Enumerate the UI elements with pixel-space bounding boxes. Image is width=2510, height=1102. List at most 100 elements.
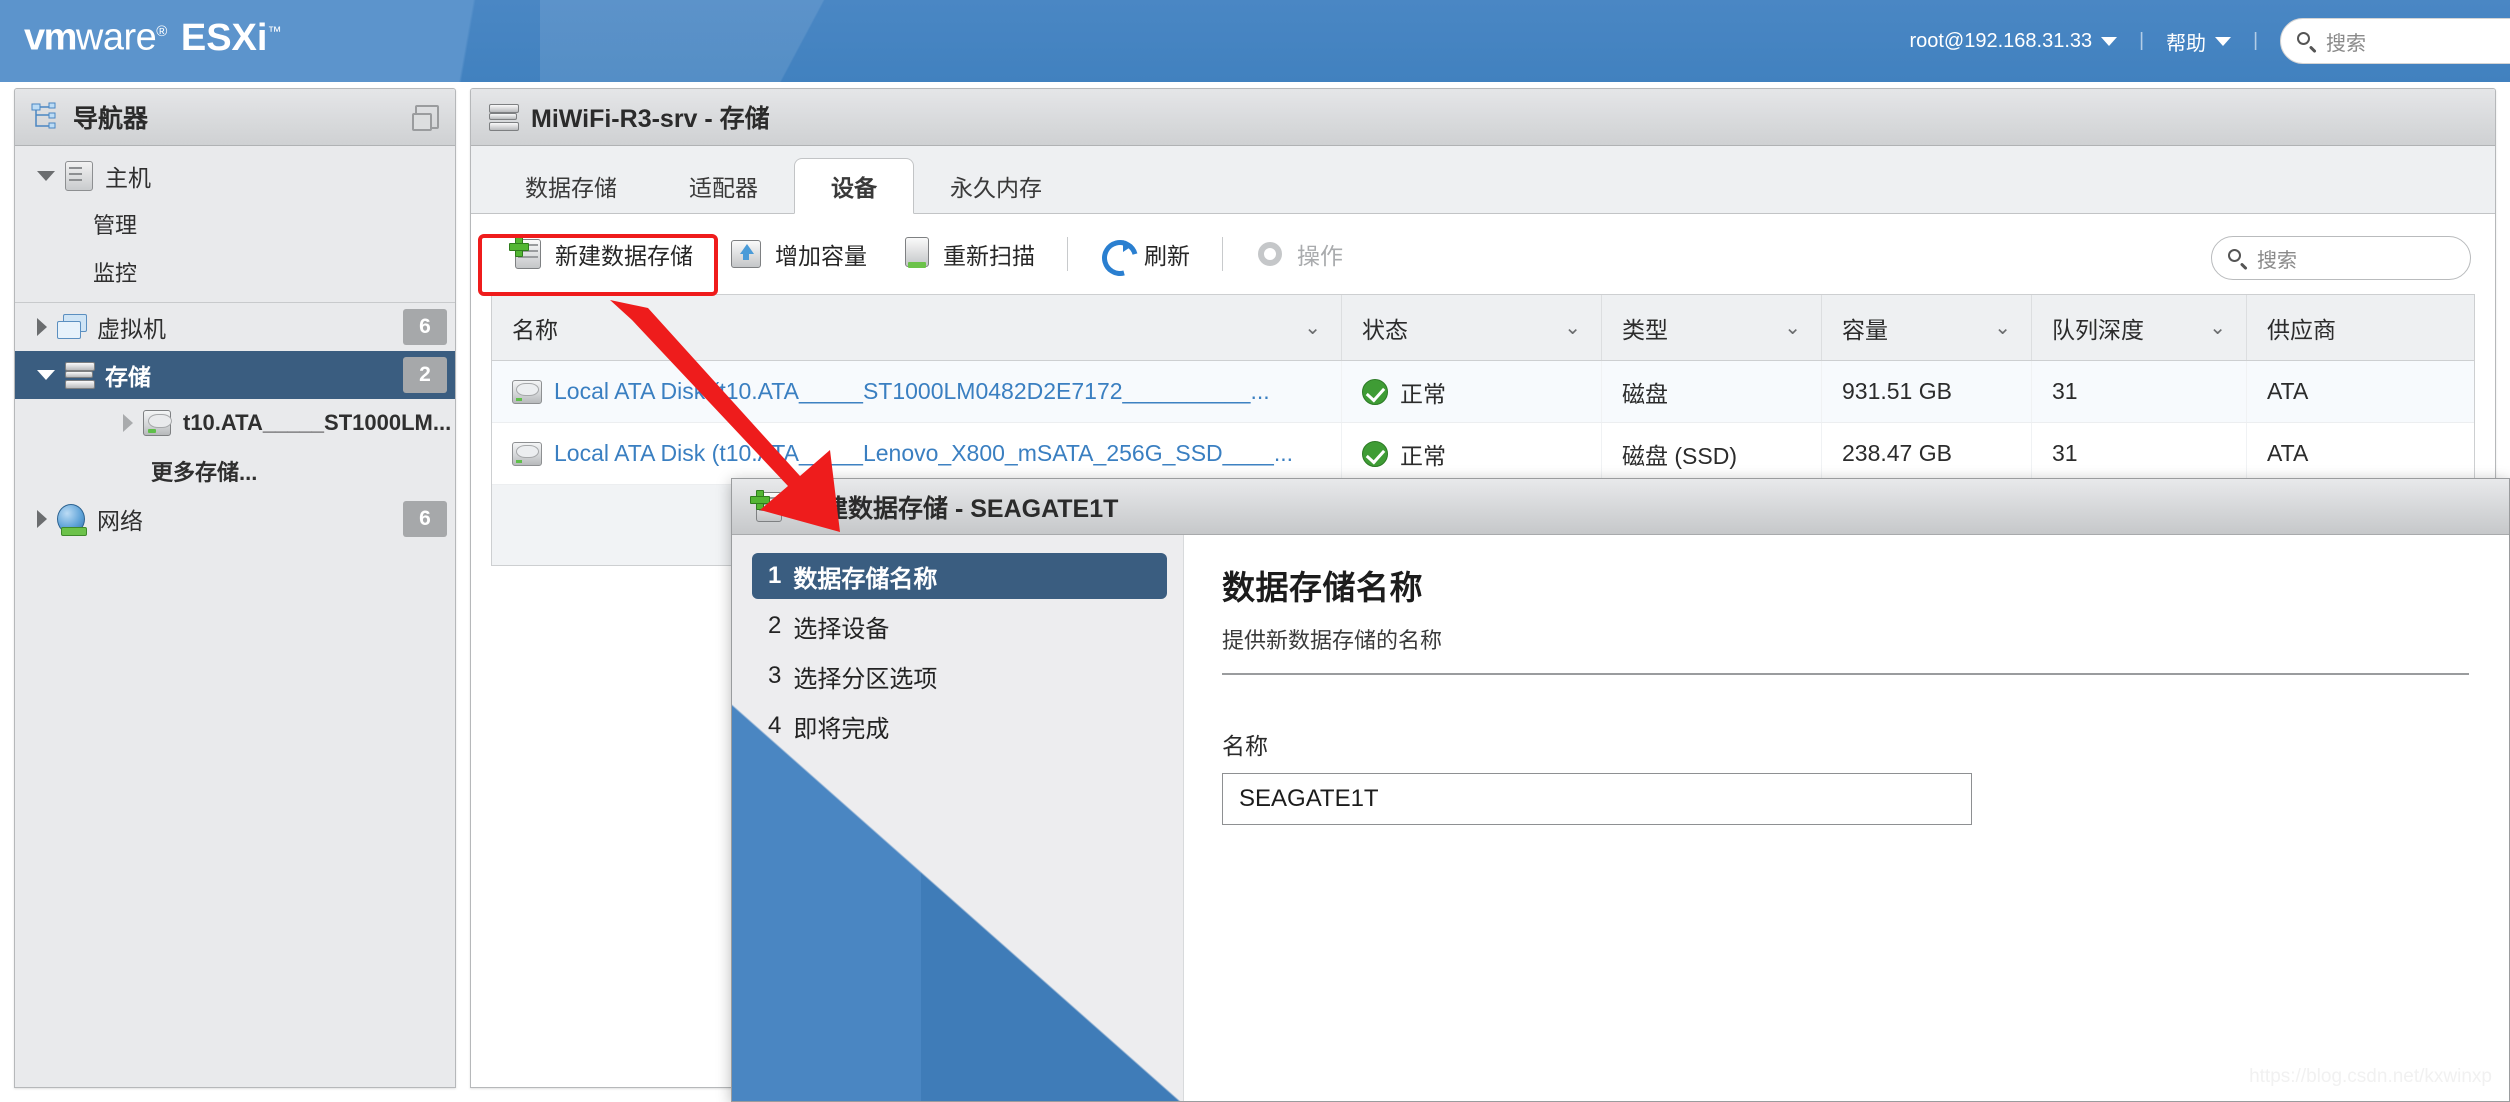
cell-capacity: 238.47 GB — [1822, 423, 2032, 484]
rescan-button[interactable]: 重新扫描 — [885, 237, 1053, 271]
disk-icon — [512, 441, 542, 466]
logo-product-text: ESXi — [180, 16, 268, 59]
sidebar-item-more-storage[interactable]: 更多存储... — [15, 447, 455, 495]
vmware-esxi-logo[interactable]: vmware® ESXi™ — [24, 9, 281, 60]
network-icon — [57, 504, 87, 536]
column-header-queue-depth[interactable]: 队列深度 ⌄ — [2032, 295, 2247, 360]
wizard-step-number: 4 — [768, 712, 782, 739]
new-datastore-icon — [750, 489, 784, 524]
sidebar-item-label: 网络 — [97, 508, 143, 534]
increase-capacity-button[interactable]: 增加容量 — [711, 237, 885, 271]
refresh-icon — [1100, 238, 1132, 270]
sidebar-item-device-t10[interactable]: t10.ATA_____ST1000LM... — [15, 399, 455, 447]
dialog-heading: 数据存储名称 — [1222, 569, 1423, 606]
column-header-vendor[interactable]: 供应商 — [2247, 295, 2474, 360]
dialog-body: 1 数据存储名称 2 选择设备 3 选择分区选项 4 即将完成 数据存储名称 提… — [732, 535, 2509, 1101]
column-header-status[interactable]: 状态 ⌄ — [1342, 295, 1602, 360]
table-row[interactable]: Local ATA Disk (t10.ATA_____ST1000LM0482… — [492, 361, 2474, 423]
datastore-name-input[interactable]: SEAGATE1T — [1222, 773, 1972, 825]
column-header-label: 供应商 — [2267, 316, 2336, 343]
wizard-step-select-device[interactable]: 2 选择设备 — [752, 603, 1167, 649]
wizard-step-partition-options[interactable]: 3 选择分区选项 — [752, 653, 1167, 699]
global-search-input[interactable]: 搜索 — [2280, 18, 2510, 64]
refresh-label: 刷新 — [1144, 243, 1190, 269]
actions-button[interactable]: 操作 — [1237, 237, 1361, 271]
logo-vm-text: vm — [24, 16, 77, 59]
wizard-step-ready-to-complete[interactable]: 4 即将完成 — [752, 703, 1167, 749]
cell-device-name[interactable]: Local ATA Disk (t10.ATA_____ST1000LM0482… — [492, 361, 1342, 422]
tab-adapters[interactable]: 适配器 — [653, 159, 794, 213]
actions-label: 操作 — [1297, 243, 1343, 269]
cell-queue-depth: 31 — [2032, 423, 2247, 484]
chevron-right-icon[interactable] — [37, 318, 47, 336]
tab-label: 永久内存 — [950, 175, 1042, 201]
disk-icon — [512, 379, 542, 404]
table-search-placeholder: 搜索 — [2257, 249, 2297, 272]
cell-vendor: ATA — [2267, 440, 2309, 466]
tab-datastores[interactable]: 数据存储 — [489, 159, 653, 213]
sidebar-item-count-badge: 6 — [403, 309, 447, 345]
chevron-down-icon[interactable] — [37, 171, 55, 181]
chevron-down-icon — [2215, 36, 2232, 46]
navigator-tree-icon — [31, 102, 59, 132]
wizard-step-label: 选择设备 — [793, 615, 890, 643]
tab-label: 数据存储 — [525, 175, 617, 201]
column-header-name[interactable]: 名称 ⌄ — [492, 295, 1342, 360]
sidebar-item-label: 监控 — [93, 261, 138, 286]
cell-vendor: ATA — [2267, 378, 2309, 404]
sidebar-item-label: t10.ATA_____ST1000LM... — [183, 410, 452, 435]
global-search-placeholder: 搜索 — [2326, 32, 2366, 55]
trademark-mark-icon: ™ — [267, 23, 281, 39]
chevron-down-icon[interactable]: ⌄ — [1978, 315, 2011, 340]
chevron-down-icon[interactable] — [37, 370, 55, 380]
help-menu[interactable]: 帮助 — [2156, 27, 2241, 56]
refresh-button[interactable]: 刷新 — [1082, 237, 1208, 271]
table-row[interactable]: Local ATA Disk (t10.ATA_____Lenovo_X800_… — [492, 423, 2474, 485]
column-header-capacity[interactable]: 容量 ⌄ — [1822, 295, 2032, 360]
chevron-down-icon[interactable]: ⌄ — [1288, 315, 1321, 340]
top-header-bar: vmware® ESXi™ root@192.168.31.33 | 帮助 | 搜… — [0, 0, 2510, 82]
search-icon — [2297, 31, 2316, 51]
column-header-type[interactable]: 类型 ⌄ — [1602, 295, 1822, 360]
collapse-panel-icon[interactable] — [412, 105, 439, 131]
sidebar-item-host[interactable]: 主机 — [15, 152, 455, 200]
cell-device-name[interactable]: Local ATA Disk (t10.ATA_____Lenovo_X800_… — [492, 423, 1342, 484]
sidebar-item-virtual-machines[interactable]: 虚拟机 6 — [15, 303, 455, 351]
disk-icon — [143, 410, 172, 436]
wizard-step-datastore-name[interactable]: 1 数据存储名称 — [752, 553, 1167, 599]
column-header-label: 队列深度 — [2052, 316, 2144, 343]
user-menu-label: root@192.168.31.33 — [1909, 29, 2093, 52]
cell-capacity: 931.51 GB — [1822, 361, 2032, 422]
header-right-controls: root@192.168.31.33 | 帮助 | 搜索 — [1899, 0, 2510, 82]
sidebar-item-manage[interactable]: 管理 — [15, 200, 455, 248]
chevron-right-icon[interactable] — [37, 510, 47, 528]
sidebar-item-storage[interactable]: 存储 2 — [15, 351, 455, 399]
wizard-step-label: 选择分区选项 — [793, 665, 938, 693]
status-badge: 正常 — [1400, 380, 1446, 407]
column-header-label: 容量 — [1842, 316, 1888, 343]
dialog-main-content: 数据存储名称 提供新数据存储的名称 名称 SEAGATE1T — [1184, 535, 2509, 1101]
chevron-right-icon[interactable] — [123, 414, 133, 432]
watermark: https://blog.csdn.net/kxwinxp — [2249, 1066, 2492, 1087]
cell-type: 磁盘 (SSD) — [1602, 423, 1822, 484]
chevron-down-icon[interactable]: ⌄ — [2193, 315, 2226, 340]
new-datastore-button[interactable]: 新建数据存储 — [491, 237, 711, 271]
status-badge: 正常 — [1400, 442, 1446, 469]
sidebar-item-count-badge: 2 — [403, 357, 447, 393]
tab-devices[interactable]: 设备 — [794, 158, 914, 214]
sidebar-item-networking[interactable]: 网络 6 — [15, 495, 455, 543]
chevron-down-icon[interactable]: ⌄ — [1768, 315, 1801, 340]
sidebar-item-monitor[interactable]: 监控 — [15, 248, 455, 296]
wizard-step-number: 1 — [768, 562, 782, 589]
devices-toolbar: 新建数据存储 增加容量 重新扫描 刷新 操作 搜索 — [471, 214, 2495, 294]
sidebar-item-label: 管理 — [93, 213, 138, 238]
tab-persistent-memory[interactable]: 永久内存 — [914, 159, 1078, 213]
chevron-down-icon[interactable]: ⌄ — [1548, 315, 1581, 340]
header-divider: | — [2253, 30, 2258, 51]
new-datastore-label: 新建数据存储 — [555, 243, 693, 269]
user-menu[interactable]: root@192.168.31.33 — [1899, 30, 2127, 53]
table-search-input[interactable]: 搜索 — [2211, 236, 2471, 280]
table-header-row: 名称 ⌄ 状态 ⌄ 类型 ⌄ 容量 ⌄ 队列深度 ⌄ 供应商 — [492, 295, 2474, 361]
logo-ware-text: ware — [75, 16, 157, 59]
header-diagonal-decoration-2 — [540, 0, 1440, 82]
